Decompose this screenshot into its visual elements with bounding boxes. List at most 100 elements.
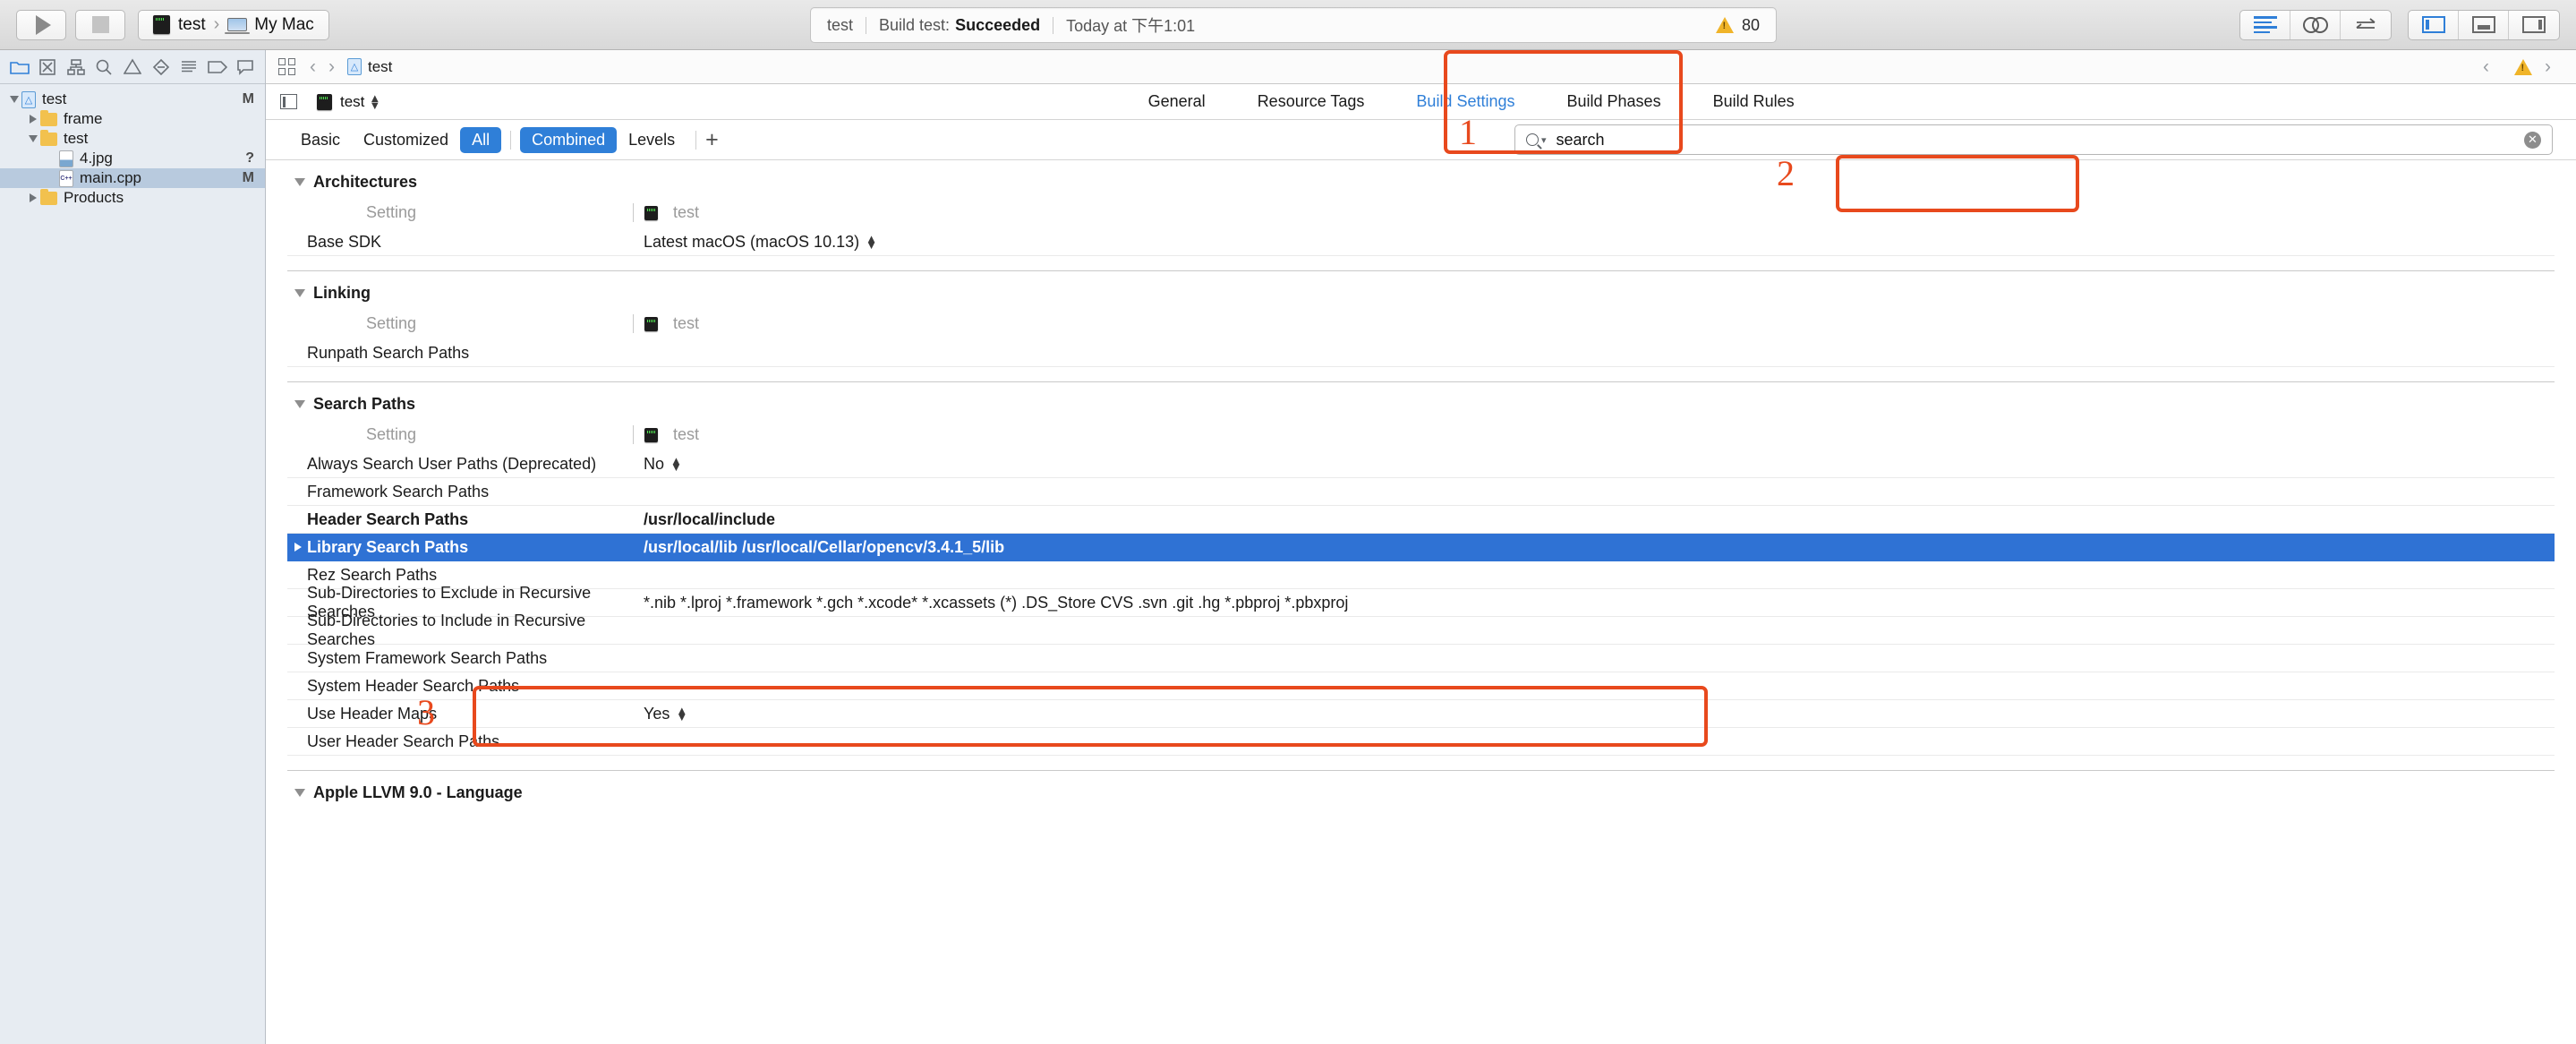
tree-item-products[interactable]: Products xyxy=(0,188,265,208)
tree-item-4-jpg[interactable]: 4.jpg? xyxy=(0,149,265,168)
filter-combined[interactable]: Combined xyxy=(520,126,618,153)
column-header-setting: Setting xyxy=(366,314,417,332)
tree-item-test[interactable]: △ test M xyxy=(0,90,265,109)
setting-value-cell[interactable]: Latest macOS (macOS 10.13) ▲ ▼ xyxy=(633,233,877,252)
setting-row[interactable]: System Framework Search Paths xyxy=(287,645,2555,672)
tree-item-label: main.cpp xyxy=(80,169,141,186)
setting-value-cell[interactable]: No ▲ ▼ xyxy=(633,455,682,474)
project-navigator-icon[interactable] xyxy=(9,56,30,78)
filter-all[interactable]: All xyxy=(460,126,502,153)
breakpoint-navigator-icon[interactable] xyxy=(207,56,228,78)
target-name: test xyxy=(340,92,365,110)
setting-value-cell[interactable]: *.nib *.lproj *.framework *.gch *.xcode*… xyxy=(633,594,1348,612)
section-header-linking[interactable]: Linking xyxy=(287,271,2555,310)
warning-icon xyxy=(1715,17,1734,33)
annotation-number-1: 1 xyxy=(1459,112,1477,152)
editor-tabs: General Resource Tags Build Settings Bui… xyxy=(380,92,2562,111)
filter-basic[interactable]: Basic xyxy=(289,127,352,153)
source-control-navigator-icon[interactable] xyxy=(37,56,58,78)
disclosure-triangle-icon[interactable] xyxy=(26,193,40,202)
search-input[interactable]: search xyxy=(1557,131,2524,150)
build-settings-filter-bar: Basic Customized All Combined Levels + ▾… xyxy=(266,120,2576,160)
setting-value-cell[interactable]: /usr/local/lib /usr/local/Cellar/opencv/… xyxy=(633,538,1004,557)
status-warnings[interactable]: 80 xyxy=(1715,16,1760,35)
section-header-apple-llvm-9-0---language[interactable]: Apple LLVM 9.0 - Language xyxy=(287,771,2555,809)
search-field[interactable]: ▾ search ✕ xyxy=(1514,124,2553,155)
setting-row[interactable]: Runpath Search Paths xyxy=(287,339,2555,367)
toggle-navigator-button[interactable] xyxy=(2409,10,2459,39)
target-selector[interactable]: test ▲ ▼ xyxy=(317,91,381,112)
setting-row[interactable]: User Header Search Paths xyxy=(287,728,2555,756)
search-options-chevron-icon[interactable]: ▾ xyxy=(1541,134,1547,146)
setting-row[interactable]: Framework Search Paths xyxy=(287,478,2555,506)
setting-disclosure-icon[interactable] xyxy=(294,543,302,552)
previous-issue-icon[interactable]: ‹ xyxy=(2483,56,2489,78)
related-items-icon[interactable] xyxy=(278,58,295,75)
go-back-icon[interactable]: ‹ xyxy=(310,56,316,78)
scheme-selector[interactable]: test › My Mac xyxy=(138,9,329,40)
value-stepper-icon[interactable]: ▲ ▼ xyxy=(866,233,877,251)
setting-row[interactable]: Use Header Maps Yes ▲ ▼ xyxy=(287,700,2555,728)
setting-name: Sub-Directories to Include in Recursive … xyxy=(307,612,586,648)
tree-item-label: Products xyxy=(64,189,124,206)
section-disclosure-icon xyxy=(294,289,305,297)
filter-customized[interactable]: Customized xyxy=(352,127,460,153)
filter-levels[interactable]: Levels xyxy=(617,127,687,153)
test-navigator-icon[interactable] xyxy=(150,56,172,78)
toggle-utilities-button[interactable] xyxy=(2509,11,2559,39)
tab-build-settings[interactable]: Build Settings xyxy=(1416,92,1514,111)
tree-item-test[interactable]: test xyxy=(0,129,265,149)
setting-name: Runpath Search Paths xyxy=(307,343,470,362)
setting-row[interactable]: Sub-Directories to Include in Recursive … xyxy=(287,612,2555,648)
value-stepper-icon[interactable]: ▲ ▼ xyxy=(670,455,682,473)
next-issue-icon[interactable]: › xyxy=(2545,56,2551,78)
version-editor-icon xyxy=(2356,17,2376,29)
setting-row[interactable]: Header Search Paths/usr/local/include xyxy=(287,506,2555,534)
setting-name: Rez Search Paths xyxy=(307,565,438,584)
annotation-number-3: 3 xyxy=(417,692,435,732)
tab-build-phases[interactable]: Build Phases xyxy=(1567,92,1661,111)
disclosure-triangle-icon[interactable] xyxy=(26,135,40,142)
tab-resource-tags[interactable]: Resource Tags xyxy=(1258,92,1365,111)
tree-item-main-cpp[interactable]: C++ main.cpp M xyxy=(0,168,265,188)
target-stepper-icon: ▲ ▼ xyxy=(369,91,381,112)
setting-value-cell[interactable]: /usr/local/include xyxy=(633,510,775,529)
stop-icon xyxy=(91,16,109,33)
standard-editor-button[interactable] xyxy=(2240,10,2290,39)
section-disclosure-icon xyxy=(294,789,305,797)
setting-value-cell[interactable]: Yes ▲ ▼ xyxy=(633,705,687,723)
setting-row[interactable]: System Header Search Paths xyxy=(287,672,2555,700)
toggle-debug-button[interactable] xyxy=(2459,10,2509,39)
tree-item-status-badge: M xyxy=(242,91,254,107)
go-forward-icon[interactable]: › xyxy=(328,56,335,78)
folder-icon xyxy=(40,129,57,146)
symbol-navigator-icon[interactable] xyxy=(65,56,87,78)
filter-divider-1 xyxy=(510,130,512,150)
jump-bar-warning-icon[interactable] xyxy=(2514,58,2532,75)
jump-bar-title[interactable]: test xyxy=(368,58,392,76)
debug-navigator-icon[interactable] xyxy=(178,56,200,78)
add-setting-button[interactable]: + xyxy=(705,128,719,151)
section-title: Apple LLVM 9.0 - Language xyxy=(313,783,523,801)
version-editor-button[interactable] xyxy=(2341,11,2391,39)
clear-search-icon[interactable]: ✕ xyxy=(2524,131,2541,149)
target-icon xyxy=(317,93,332,110)
assistant-editor-button[interactable] xyxy=(2290,10,2341,39)
stop-button[interactable] xyxy=(75,9,125,40)
disclosure-triangle-icon[interactable] xyxy=(26,115,40,124)
run-button[interactable] xyxy=(16,9,66,40)
toggle-project-list-icon[interactable] xyxy=(280,94,297,109)
setting-row[interactable]: Always Search User Paths (Deprecated) No ▲… xyxy=(287,450,2555,478)
setting-row[interactable]: Library Search Paths/usr/local/lib /usr/… xyxy=(287,534,2555,561)
section-header-architectures[interactable]: Architectures xyxy=(287,160,2555,199)
tab-build-rules[interactable]: Build Rules xyxy=(1713,92,1795,111)
value-stepper-icon[interactable]: ▲ ▼ xyxy=(676,705,687,723)
tree-item-frame[interactable]: frame xyxy=(0,109,265,129)
find-navigator-icon[interactable] xyxy=(93,56,115,78)
disclosure-triangle-icon[interactable] xyxy=(7,96,21,103)
tab-general[interactable]: General xyxy=(1148,92,1206,111)
report-navigator-icon[interactable] xyxy=(235,56,256,78)
setting-row[interactable]: Base SDK Latest macOS (macOS 10.13) ▲ ▼ xyxy=(287,228,2555,256)
section-header-search-paths[interactable]: Search Paths xyxy=(287,382,2555,421)
issue-navigator-icon[interactable] xyxy=(122,56,143,78)
